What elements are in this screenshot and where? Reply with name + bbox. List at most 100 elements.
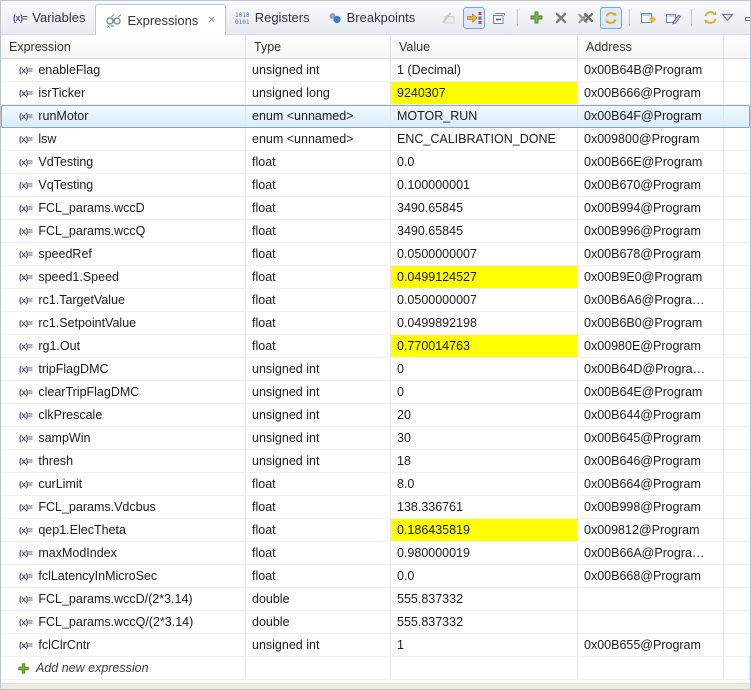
value-cell[interactable]: 18 — [391, 450, 578, 472]
table-row[interactable]: (x)= fclLatencyInMicroSec float 0.0 0x00… — [1, 565, 750, 588]
expression-cell[interactable]: (x)= sampWin — [1, 427, 246, 449]
value-cell[interactable]: 1 (Decimal) — [391, 59, 578, 81]
table-row[interactable]: (x)= FCL_params.wccD float 3490.65845 0x… — [1, 197, 750, 220]
table-row[interactable]: (x)= rc1.TargetValue float 0.0500000007 … — [1, 289, 750, 312]
column-header-expression[interactable]: Expression — [1, 35, 246, 58]
expression-cell[interactable]: (x)= clkPrescale — [1, 404, 246, 426]
new-window-icon[interactable] — [637, 7, 659, 29]
value-cell[interactable]: 30 — [391, 427, 578, 449]
value-cell[interactable]: 0.0500000007 — [391, 243, 578, 265]
expression-cell[interactable]: (x)= curLimit — [1, 473, 246, 495]
value-cell[interactable]: 0.100000001 — [391, 174, 578, 196]
tab-expressions[interactable]: x= Expressions ✕ — [95, 4, 226, 35]
expression-cell[interactable]: (x)= FCL_params.wccQ — [1, 220, 246, 242]
expression-cell[interactable]: (x)= rg1.Out — [1, 335, 246, 357]
value-cell[interactable]: 8.0 — [391, 473, 578, 495]
table-row[interactable]: (x)= clkPrescale unsigned int 20 0x00B64… — [1, 404, 750, 427]
table-row[interactable]: (x)= FCL_params.wccQ/(2*3.14) double 555… — [1, 611, 750, 634]
table-row[interactable]: (x)= clearTripFlagDMC unsigned int 0 0x0… — [1, 381, 750, 404]
table-row[interactable]: (x)= VdTesting float 0.0 0x00B66E@Progra… — [1, 151, 750, 174]
table-row[interactable]: (x)= curLimit float 8.0 0x00B664@Program — [1, 473, 750, 496]
tab-registers[interactable]: 1010 0101 Registers — [226, 1, 319, 34]
value-cell[interactable]: 1 — [391, 634, 578, 656]
table-row[interactable]: (x)= tripFlagDMC unsigned int 0 0x00B64D… — [1, 358, 750, 381]
view-menu-icon[interactable] — [721, 13, 734, 22]
value-cell[interactable]: 0.0 — [391, 565, 578, 587]
column-header-type[interactable]: Type — [246, 35, 391, 58]
expression-cell[interactable]: (x)= fclClrCntr — [1, 634, 246, 656]
tab-breakpoints[interactable]: Breakpoints — [319, 1, 425, 34]
value-cell[interactable]: 0.0 — [391, 151, 578, 173]
table-row[interactable]: (x)= speedRef float 0.0500000007 0x00B67… — [1, 243, 750, 266]
value-cell[interactable]: 555.837332 — [391, 611, 578, 633]
close-icon[interactable]: ✕ — [207, 15, 215, 26]
table-row[interactable]: (x)= enableFlag unsigned int 1 (Decimal)… — [1, 59, 750, 82]
column-header-address[interactable]: Address — [578, 35, 724, 58]
value-cell[interactable]: 9240307 — [391, 82, 578, 104]
expression-cell[interactable]: (x)= FCL_params.wccD/(2*3.14) — [1, 588, 246, 610]
expression-cell[interactable]: (x)= rc1.TargetValue — [1, 289, 246, 311]
expression-cell[interactable]: (x)= FCL_params.wccQ/(2*3.14) — [1, 611, 246, 633]
table-row[interactable]: (x)= FCL_params.Vdcbus float 138.336761 … — [1, 496, 750, 519]
expression-cell[interactable]: (x)= speed1.Speed — [1, 266, 246, 288]
table-row[interactable]: (x)= isrTicker unsigned long 9240307 0x0… — [1, 82, 750, 105]
remove-all-expressions-icon[interactable] — [575, 7, 597, 29]
add-expression-label[interactable]: Add new expression — [36, 661, 149, 675]
column-header-value[interactable]: Value — [391, 35, 578, 58]
value-cell[interactable]: MOTOR_RUN — [391, 105, 578, 127]
expression-cell[interactable]: (x)= rc1.SetpointValue — [1, 312, 246, 334]
add-expression-icon[interactable] — [525, 7, 547, 29]
expression-cell[interactable]: (x)= FCL_params.Vdcbus — [1, 496, 246, 518]
expression-cell[interactable]: (x)= FCL_params.wccD — [1, 197, 246, 219]
show-type-names-icon[interactable] — [438, 7, 460, 29]
table-row[interactable]: (x)= rc1.SetpointValue float 0.049989219… — [1, 312, 750, 335]
value-cell[interactable]: 0.770014763 — [391, 335, 578, 357]
expression-cell[interactable]: (x)= isrTicker — [1, 82, 246, 104]
tab-variables[interactable]: (x)= Variables — [4, 1, 95, 34]
edit-expression-icon[interactable] — [662, 7, 684, 29]
value-cell[interactable]: 0.0499124527 — [391, 266, 578, 288]
link-with-tree-icon[interactable] — [463, 7, 485, 29]
table-row[interactable]: (x)= qep1.ElecTheta float 0.186435819 0x… — [1, 519, 750, 542]
value-cell[interactable]: ENC_CALIBRATION_DONE — [391, 128, 578, 150]
value-cell[interactable]: 0.0499892198 — [391, 312, 578, 334]
refresh-icon[interactable] — [699, 7, 721, 29]
table-row[interactable]: (x)= runMotor enum <unnamed> MOTOR_RUN 0… — [1, 105, 750, 128]
value-cell[interactable]: 0.0500000007 — [391, 289, 578, 311]
value-cell[interactable]: 3490.65845 — [391, 197, 578, 219]
expression-cell[interactable]: (x)= VqTesting — [1, 174, 246, 196]
expression-cell[interactable]: (x)= lsw — [1, 128, 246, 150]
value-cell[interactable]: 0.980000019 — [391, 542, 578, 564]
table-row[interactable]: (x)= rg1.Out float 0.770014763 0x00980E@… — [1, 335, 750, 358]
value-cell[interactable]: 138.336761 — [391, 496, 578, 518]
table-row[interactable]: (x)= fclClrCntr unsigned int 1 0x00B655@… — [1, 634, 750, 657]
expression-cell[interactable]: (x)= VdTesting — [1, 151, 246, 173]
table-row[interactable]: (x)= FCL_params.wccQ float 3490.65845 0x… — [1, 220, 750, 243]
collapse-all-icon[interactable] — [488, 7, 510, 29]
continuous-refresh-icon[interactable] — [600, 7, 622, 29]
table-row[interactable]: (x)= lsw enum <unnamed> ENC_CALIBRATION_… — [1, 128, 750, 151]
expression-cell[interactable]: (x)= clearTripFlagDMC — [1, 381, 246, 403]
remove-expression-icon[interactable] — [550, 7, 572, 29]
value-cell[interactable]: 0 — [391, 381, 578, 403]
value-cell[interactable]: 20 — [391, 404, 578, 426]
table-row[interactable]: (x)= VqTesting float 0.100000001 0x00B67… — [1, 174, 750, 197]
value-cell[interactable]: 0 — [391, 358, 578, 380]
expression-cell[interactable]: (x)= runMotor — [1, 105, 246, 127]
expression-cell[interactable]: (x)= maxModIndex — [1, 542, 246, 564]
minimize-icon[interactable] — [744, 13, 751, 23]
value-cell[interactable]: 0.186435819 — [391, 519, 578, 541]
expression-cell[interactable]: (x)= qep1.ElecTheta — [1, 519, 246, 541]
expression-cell[interactable]: (x)= fclLatencyInMicroSec — [1, 565, 246, 587]
value-cell[interactable]: 555.837332 — [391, 588, 578, 610]
expression-cell[interactable]: (x)= speedRef — [1, 243, 246, 265]
table-row[interactable]: (x)= maxModIndex float 0.980000019 0x00B… — [1, 542, 750, 565]
expression-cell[interactable]: (x)= tripFlagDMC — [1, 358, 246, 380]
table-row[interactable]: (x)= FCL_params.wccD/(2*3.14) double 555… — [1, 588, 750, 611]
table-row[interactable]: (x)= speed1.Speed float 0.0499124527 0x0… — [1, 266, 750, 289]
add-expression-row[interactable]: Add new expression — [1, 657, 750, 680]
table-row[interactable]: (x)= thresh unsigned int 18 0x00B646@Pro… — [1, 450, 750, 473]
value-cell[interactable]: 3490.65845 — [391, 220, 578, 242]
table-row[interactable]: (x)= sampWin unsigned int 30 0x00B645@Pr… — [1, 427, 750, 450]
expression-cell[interactable]: (x)= enableFlag — [1, 59, 246, 81]
